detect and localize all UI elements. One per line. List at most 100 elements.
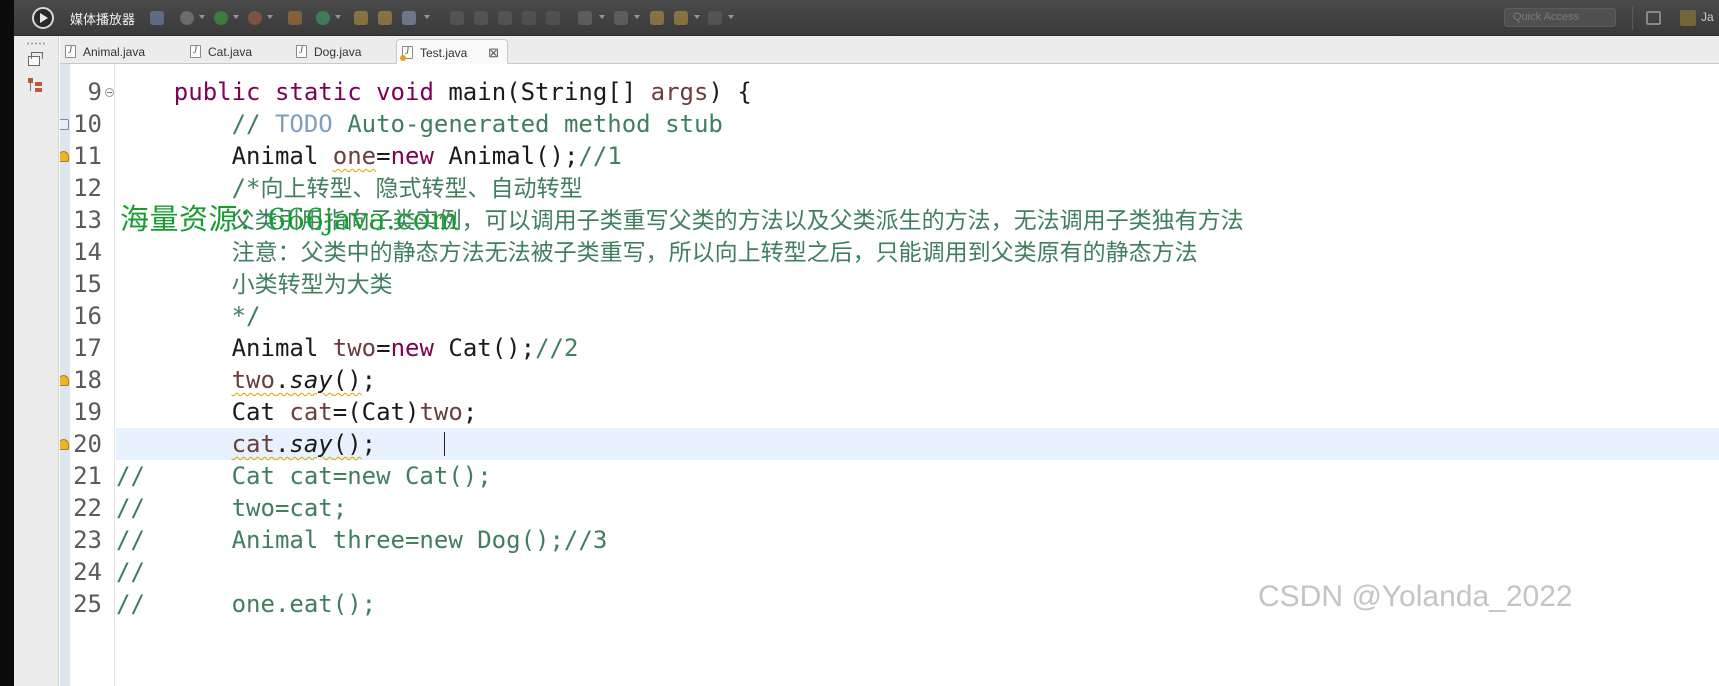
code-text: // one.eat(); [116, 588, 376, 620]
last-edit-icon[interactable] [650, 11, 664, 25]
quick-access-input[interactable]: Quick Access [1504, 8, 1616, 27]
code-token: =(Cat) [332, 398, 420, 426]
code-line[interactable]: 22 // two=cat; [60, 492, 1719, 524]
package-explorer-icon[interactable] [28, 78, 42, 92]
close-icon[interactable]: ⊠ [488, 45, 499, 61]
block-select-icon[interactable] [522, 11, 536, 25]
code-token: . [274, 430, 290, 458]
tab-cat-java[interactable]: Cat.java [185, 39, 285, 64]
tab-animal-java[interactable]: Animal.java [60, 39, 178, 64]
link-icon[interactable] [150, 11, 164, 25]
text-caret [444, 432, 445, 456]
line-number: 22 [73, 494, 102, 522]
chevron-down-icon[interactable] [599, 15, 605, 19]
code-line[interactable]: 18 two.say(); [60, 364, 1719, 396]
code-token: ; [462, 398, 478, 426]
code-token: two [332, 334, 377, 362]
pencil-icon[interactable] [474, 11, 488, 25]
code-token: () [332, 366, 362, 394]
line-number: 16 [73, 302, 102, 330]
code-line[interactable]: 23 // Animal three=new Dog();//3 [60, 524, 1719, 556]
chevron-down-icon[interactable] [728, 15, 734, 19]
chevron-down-icon[interactable] [233, 15, 239, 19]
code-text: // two=cat; [116, 492, 347, 524]
restore-icon[interactable] [28, 52, 43, 66]
toggle-icon[interactable] [498, 11, 512, 25]
code-line[interactable]: 9 public static void main(String[] args)… [60, 76, 1719, 108]
code-token: one [332, 142, 377, 170]
prev-annotation-icon[interactable] [614, 11, 628, 25]
open-folder-icon[interactable] [354, 11, 368, 25]
new-package-icon[interactable] [288, 11, 302, 25]
code-token: main(String[] [433, 78, 651, 106]
chevron-down-icon[interactable] [199, 15, 205, 19]
code-token: cat [289, 398, 333, 426]
line-number: 21 [73, 462, 102, 490]
new-class-icon[interactable] [316, 11, 330, 25]
code-line[interactable]: 20 cat.say(); [60, 428, 1719, 460]
code-line[interactable]: 16 */ [60, 300, 1719, 332]
search-icon[interactable] [402, 11, 416, 25]
open-perspective-icon[interactable] [1646, 11, 1661, 25]
chevron-down-icon[interactable] [267, 15, 273, 19]
code-text: // [116, 556, 145, 588]
show-whitespace-icon[interactable] [546, 11, 560, 25]
code-token: . [274, 366, 290, 394]
annotation-icon[interactable] [450, 11, 464, 25]
back-icon[interactable] [674, 11, 688, 25]
code-token: = [376, 334, 391, 362]
app-title: 媒体播放器 [70, 13, 136, 28]
toolbar-divider [1632, 6, 1633, 30]
chevron-down-icon[interactable] [335, 15, 341, 19]
java-file-icon [296, 45, 307, 58]
tab-test-java[interactable]: Test.java ⊠ [396, 39, 508, 64]
chevron-down-icon[interactable] [634, 15, 640, 19]
line-number: 25 [73, 590, 102, 618]
code-line[interactable]: 11 Animal one=new Animal();//1 [60, 140, 1719, 172]
open-type-icon[interactable] [378, 11, 392, 25]
code-token: Cat [116, 398, 290, 426]
debug-icon[interactable] [248, 11, 262, 25]
line-number: 24 [73, 558, 102, 586]
tab-dog-java[interactable]: Dog.java [291, 39, 395, 64]
code-token: TODO [274, 110, 333, 138]
code-token: Animal(); [433, 142, 579, 170]
code-line[interactable]: 14 注意：父类中的静态方法无法被子类重写，所以向上转型之后，只能调用到父类原有… [60, 236, 1719, 268]
run-icon[interactable] [214, 11, 228, 25]
code-line[interactable]: 17 Animal two=new Cat();//2 [60, 332, 1719, 364]
code-token: */ [231, 302, 261, 330]
next-annotation-icon[interactable] [578, 11, 592, 25]
minimized-trim-stack [14, 36, 59, 686]
code-line[interactable]: 19 Cat cat=(Cat)two; [60, 396, 1719, 428]
code-token: two [231, 366, 275, 394]
java-file-icon [190, 45, 201, 58]
code-line[interactable]: 21 // Cat cat=new Cat(); [60, 460, 1719, 492]
drag-handle-icon[interactable] [26, 42, 46, 45]
line-number: 20 [73, 430, 102, 458]
java-perspective-icon[interactable] [1680, 10, 1696, 26]
java-file-warning-icon [400, 46, 413, 61]
code-line[interactable]: 10 // TODO Auto-generated method stub [60, 108, 1719, 140]
java-perspective-label[interactable]: Ja [1701, 10, 1714, 24]
code-text: Cat cat=(Cat)two; [116, 396, 478, 428]
code-token: // [231, 110, 275, 138]
media-player-play-icon[interactable] [32, 7, 54, 29]
line-number: 9 [87, 78, 102, 106]
left-edge-strip [0, 0, 14, 686]
code-token: // two=cat; [116, 494, 348, 522]
fold-toggle-icon[interactable] [105, 88, 114, 97]
line-number: 11 [73, 142, 102, 170]
gear-icon[interactable] [180, 11, 194, 25]
forward-icon[interactable] [708, 11, 722, 25]
chevron-down-icon[interactable] [424, 15, 430, 19]
main-toolbar: 媒体播放器 Quick Access Ja [0, 0, 1719, 36]
code-line[interactable]: 15 小类转型为大类 [60, 268, 1719, 300]
line-number: 17 [73, 334, 102, 362]
chevron-down-icon[interactable] [694, 15, 700, 19]
line-number: 13 [73, 206, 102, 234]
